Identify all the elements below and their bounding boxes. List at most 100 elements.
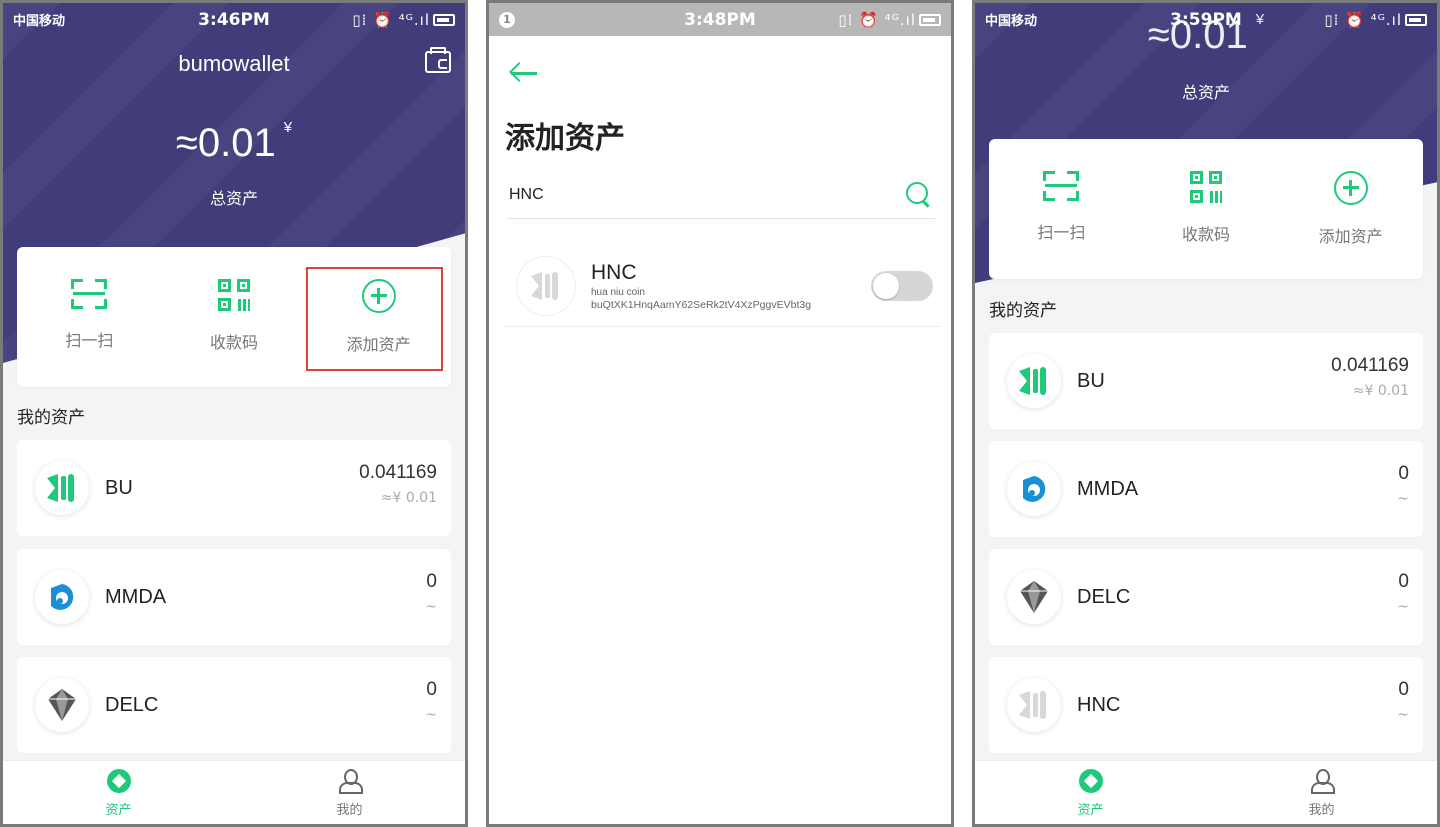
asset-fiat: ~	[1397, 599, 1409, 615]
asset-row-bu[interactable]: BU 0.041169 ≈¥ 0.01	[17, 440, 451, 536]
user-icon	[1310, 769, 1335, 794]
page-title: 添加资产	[505, 121, 625, 156]
action-card: 扫一扫 收款码 添加资产	[989, 139, 1423, 279]
my-assets-heading: 我的资产	[17, 408, 85, 428]
scan-button[interactable]: 扫一扫	[989, 139, 1134, 279]
user-icon	[338, 769, 363, 794]
receive-code-button[interactable]: 收款码	[162, 247, 307, 387]
mmda-logo-icon	[35, 570, 89, 624]
tab-me-label: 我的	[336, 803, 363, 818]
qr-code-icon	[1190, 171, 1222, 203]
add-asset-label: 添加资产	[1318, 227, 1383, 246]
bottom-tab-bar: 资产 我的	[975, 760, 1437, 824]
asset-amount: 0.041169	[359, 462, 437, 483]
battery-icon	[1405, 14, 1427, 26]
tab-me-label: 我的	[1308, 803, 1335, 818]
status-time: 3:46PM	[198, 9, 270, 30]
assets-tab-icon	[106, 769, 131, 793]
tab-assets[interactable]: 资产	[3, 761, 234, 824]
back-arrow-icon[interactable]	[509, 61, 539, 85]
carrier-label: 中国移动	[985, 14, 1038, 29]
app-title: bumowallet	[178, 51, 290, 76]
asset-amount: 0	[426, 679, 437, 700]
currency-symbol: ¥	[283, 119, 293, 136]
tab-assets-label: 资产	[105, 803, 132, 818]
asset-amount: 0	[1398, 463, 1409, 484]
status-bar: 中国移动 3:46PM ▯⁞ ⏰ ⁴ᴳ.ıl	[3, 3, 465, 36]
carrier-label: 中国移动	[13, 14, 66, 29]
tab-assets[interactable]: 资产	[975, 761, 1206, 824]
asset-fiat: ≈¥ 0.01	[380, 490, 437, 506]
result-symbol: HNC	[591, 260, 637, 284]
qr-code-icon	[218, 279, 250, 311]
search-icon[interactable]	[905, 181, 931, 207]
bu-logo-icon	[1007, 354, 1061, 408]
add-asset-button[interactable]: 添加资产	[306, 247, 451, 387]
status-icons: ▯⁞ ⏰ ⁴ᴳ.ıl	[821, 11, 941, 29]
plus-circle-icon	[1333, 171, 1368, 205]
asset-name: BU	[105, 476, 133, 499]
battery-icon	[919, 14, 941, 26]
status-icons: ▯⁞ ⏰ ⁴ᴳ.ıl	[335, 11, 455, 29]
scan-label: 扫一扫	[65, 331, 114, 350]
screen-wallet-home-updated: ≈0.01 ¥ 中国移动 3:59PM ▯⁞ ⏰ ⁴ᴳ.ıl 总资产 扫一扫 收款…	[972, 0, 1440, 827]
scan-label: 扫一扫	[1037, 223, 1086, 242]
total-label: 总资产	[209, 189, 258, 208]
status-time: 3:59PM	[1170, 9, 1242, 30]
mmda-logo-icon	[1007, 462, 1061, 516]
status-bar: 1 3:48PM ▯⁞ ⏰ ⁴ᴳ.ıl	[489, 3, 951, 36]
receive-code-button[interactable]: 收款码	[1134, 139, 1279, 279]
scan-icon	[71, 279, 108, 309]
asset-name: HNC	[1077, 693, 1121, 716]
my-assets-heading: 我的资产	[989, 301, 1057, 321]
asset-amount: 0	[1398, 571, 1409, 592]
receive-code-label: 收款码	[1182, 225, 1231, 244]
bottom-tab-bar: 资产 我的	[3, 760, 465, 824]
status-bar: 中国移动 3:59PM ▯⁞ ⏰ ⁴ᴳ.ıl	[975, 3, 1437, 36]
asset-name: BU	[1077, 369, 1105, 392]
asset-row-mmda[interactable]: MMDA 0 ~	[17, 549, 451, 645]
add-asset-toggle[interactable]	[871, 270, 933, 301]
receive-code-label: 收款码	[210, 333, 259, 352]
asset-fiat: ~	[425, 599, 437, 615]
asset-row-delc[interactable]: DELC 0 ~	[17, 657, 451, 753]
delc-diamond-icon	[35, 678, 89, 732]
status-icons: ▯⁞ ⏰ ⁴ᴳ.ıl	[1307, 11, 1427, 29]
add-asset-button[interactable]: 添加资产	[1278, 139, 1423, 279]
bu-logo-icon	[35, 461, 89, 515]
asset-amount: 0.041169	[1331, 355, 1409, 376]
plus-circle-icon	[361, 279, 396, 313]
screen-add-asset: 1 3:48PM ▯⁞ ⏰ ⁴ᴳ.ıl 添加资产 HNC hua niu coi…	[486, 0, 954, 827]
hnc-logo-icon	[517, 256, 575, 315]
delc-diamond-icon	[1007, 570, 1061, 624]
scan-icon	[1043, 171, 1080, 201]
asset-row-bu[interactable]: BU 0.041169 ≈¥ 0.01	[989, 333, 1423, 429]
screen-wallet-home: 中国移动 3:46PM ▯⁞ ⏰ ⁴ᴳ.ıl bumowallet ≈0.01 ¥…	[0, 0, 468, 827]
asset-row-delc[interactable]: DELC 0 ~	[989, 549, 1423, 645]
asset-fiat: ≈¥ 0.01	[1352, 383, 1409, 399]
hnc-logo-icon	[1007, 678, 1061, 732]
search-input[interactable]	[507, 173, 887, 217]
result-full-name: hua niu coin	[591, 286, 645, 298]
search-result-row: HNC hua niu coin buQtXK1HnqAamY62SeRk2tV…	[503, 245, 941, 327]
asset-name: DELC	[1077, 585, 1131, 608]
battery-icon	[433, 14, 455, 26]
add-asset-label: 添加资产	[346, 335, 411, 354]
scan-button[interactable]: 扫一扫	[17, 247, 162, 387]
status-time: 3:48PM	[684, 9, 756, 30]
asset-name: MMDA	[1077, 477, 1139, 500]
asset-name: DELC	[105, 693, 159, 716]
asset-fiat: ~	[425, 707, 437, 723]
asset-amount: 0	[1398, 679, 1409, 700]
wallet-icon[interactable]	[425, 47, 451, 73]
asset-fiat: ~	[1397, 707, 1409, 723]
total-label: 总资产	[1181, 83, 1230, 102]
tab-assets-label: 资产	[1077, 803, 1104, 818]
asset-amount: 0	[426, 571, 437, 592]
action-card: 扫一扫 收款码 添加资产	[17, 247, 451, 387]
search-box	[507, 173, 935, 219]
asset-row-hnc[interactable]: HNC 0 ~	[989, 657, 1423, 753]
tab-me[interactable]: 我的	[1206, 761, 1437, 824]
asset-row-mmda[interactable]: MMDA 0 ~	[989, 441, 1423, 537]
tab-me[interactable]: 我的	[234, 761, 465, 824]
